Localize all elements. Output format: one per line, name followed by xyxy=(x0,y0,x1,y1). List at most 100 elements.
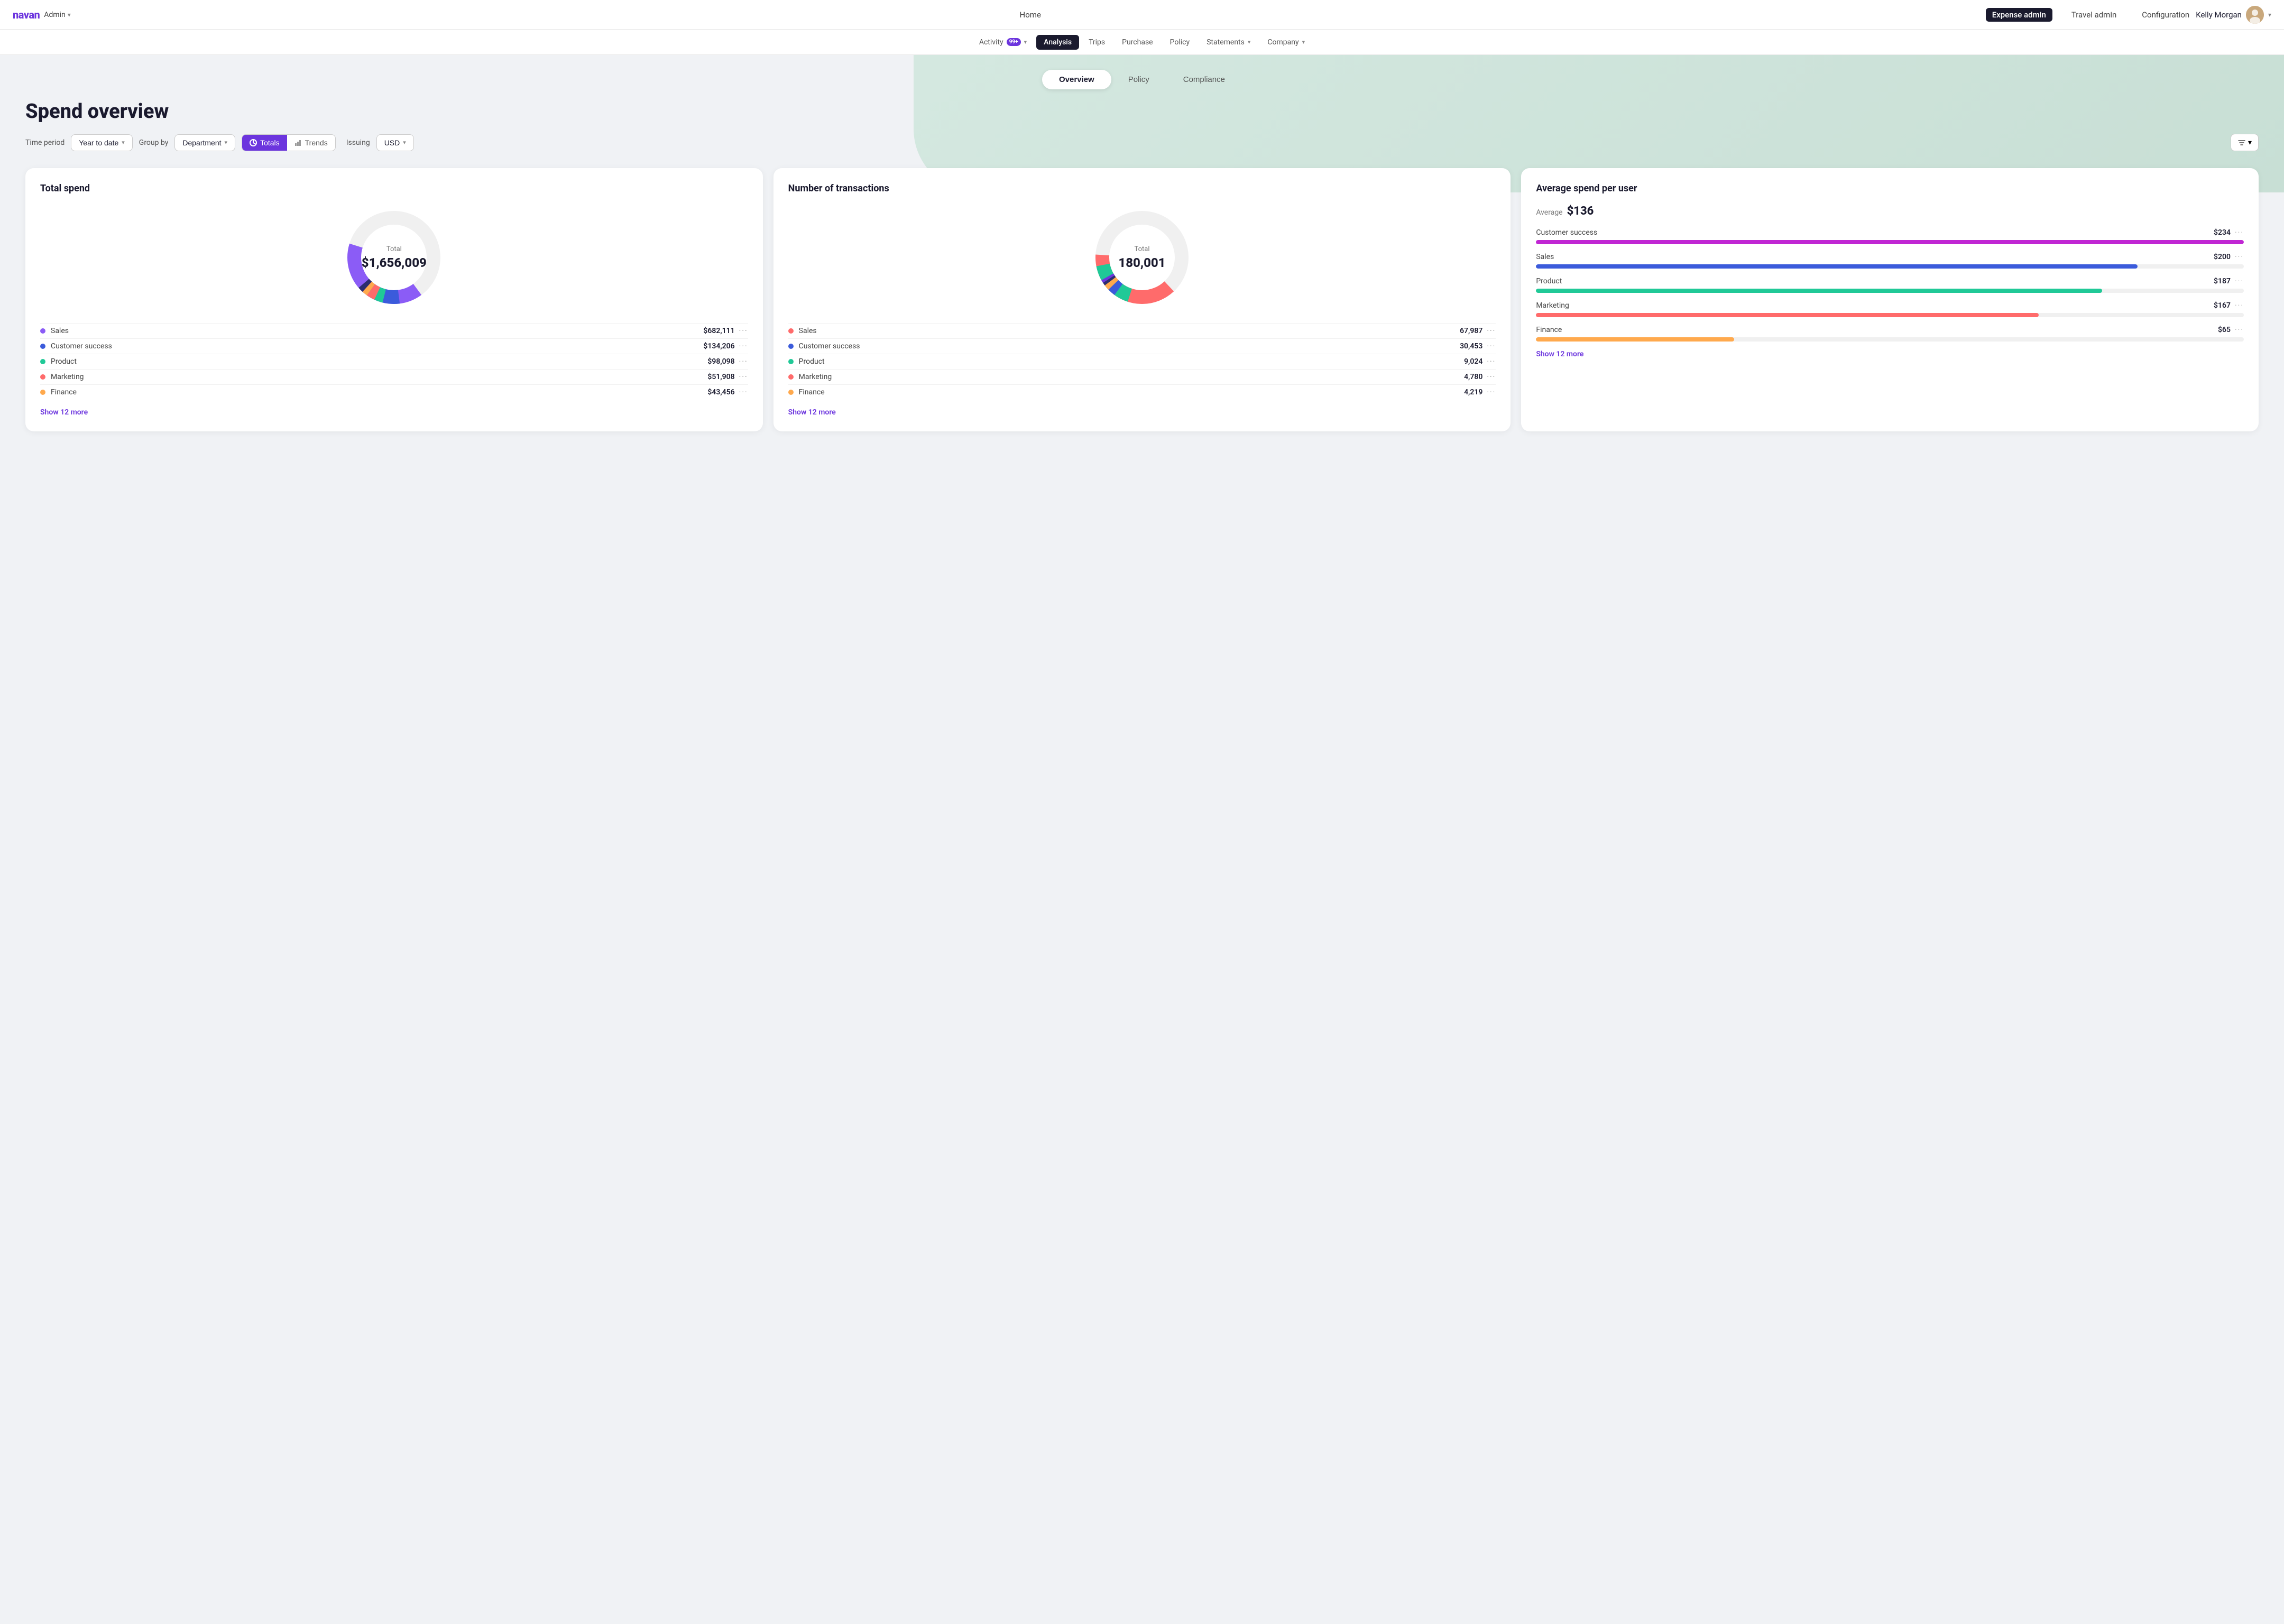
legend-dot xyxy=(788,374,794,380)
legend-dot xyxy=(40,328,45,334)
tab-overview[interactable]: Overview xyxy=(1042,70,1111,89)
group-by-btn[interactable]: Department ▾ xyxy=(174,134,235,151)
avg-row: Marketing $167 ··· xyxy=(1536,301,2244,317)
tab-policy[interactable]: Policy xyxy=(1111,70,1166,89)
view-toggle: Totals Trends xyxy=(242,134,336,151)
avg-more-btn[interactable]: ··· xyxy=(2235,277,2244,285)
user-area[interactable]: Kelly Morgan ▾ xyxy=(2196,6,2271,24)
legend-more-btn[interactable]: ··· xyxy=(739,342,748,350)
bar-fill xyxy=(1536,289,2102,293)
legend-dot xyxy=(788,359,794,364)
nav-home[interactable]: Home xyxy=(88,8,1973,22)
legend-item: Customer success $134,206 ··· xyxy=(40,338,748,354)
legend-more-btn[interactable]: ··· xyxy=(739,373,748,381)
avg-more-btn[interactable]: ··· xyxy=(2235,326,2244,334)
subnav-policy[interactable]: Policy xyxy=(1163,35,1198,50)
time-period-arrow: ▾ xyxy=(122,139,125,146)
subnav-company[interactable]: Company ▾ xyxy=(1260,35,1312,50)
transactions-show-more[interactable]: Show 12 more xyxy=(788,408,1496,417)
time-period-btn[interactable]: Year to date ▾ xyxy=(71,134,133,151)
user-dropdown-arrow[interactable]: ▾ xyxy=(2268,11,2271,19)
total-spend-title: Total spend xyxy=(40,183,748,194)
admin-dropdown-arrow[interactable]: ▾ xyxy=(68,11,71,19)
currency-btn[interactable]: USD ▾ xyxy=(376,134,414,151)
legend-item: Product $98,098 ··· xyxy=(40,354,748,369)
subnav-purchase[interactable]: Purchase xyxy=(1115,35,1160,50)
avg-header: Average $136 xyxy=(1536,205,2244,218)
bar-track xyxy=(1536,337,2244,342)
totals-toggle[interactable]: Totals xyxy=(242,135,287,151)
nav-configuration[interactable]: Configuration xyxy=(2135,8,2196,22)
avg-more-btn[interactable]: ··· xyxy=(2235,301,2244,310)
legend-dot xyxy=(40,374,45,380)
avg-more-btn[interactable]: ··· xyxy=(2235,228,2244,237)
activity-arrow: ▾ xyxy=(1024,39,1027,45)
filters-bar: Time period Year to date ▾ Group by Depa… xyxy=(25,134,2259,151)
user-name: Kelly Morgan xyxy=(2196,10,2242,20)
total-spend-center: Total $1,656,009 xyxy=(362,245,427,270)
legend-more-btn[interactable]: ··· xyxy=(1487,342,1496,350)
bar-track xyxy=(1536,289,2244,293)
filter-dropdown-arrow: ▾ xyxy=(2248,138,2252,147)
subnav-statements[interactable]: Statements ▾ xyxy=(1199,35,1258,50)
legend-more-btn[interactable]: ··· xyxy=(1487,388,1496,396)
total-spend-show-more[interactable]: Show 12 more xyxy=(40,408,748,417)
bar-fill xyxy=(1536,240,2244,244)
nav-expense-admin[interactable]: Expense admin xyxy=(1986,8,2052,22)
nav-travel-admin[interactable]: Travel admin xyxy=(2065,8,2123,22)
group-by-label: Group by xyxy=(139,139,169,147)
activity-badge: 99+ xyxy=(1007,38,1021,46)
transactions-legend: Sales 67,987 ··· Customer success 30,453… xyxy=(788,323,1496,400)
avg-spend-show-more[interactable]: Show 12 more xyxy=(1536,350,2244,358)
legend-dot xyxy=(40,344,45,349)
filter-button[interactable]: ▾ xyxy=(2231,134,2259,151)
trends-toggle[interactable]: Trends xyxy=(287,135,335,151)
subnav-activity[interactable]: Activity 99+ ▾ xyxy=(972,35,1034,50)
page-title: Spend overview xyxy=(25,100,2259,123)
legend-more-btn[interactable]: ··· xyxy=(1487,373,1496,381)
top-nav-links: Home Expense admin Travel admin Configur… xyxy=(88,8,2196,22)
admin-label: Admin xyxy=(44,11,65,19)
avg-row: Customer success $234 ··· xyxy=(1536,228,2244,244)
group-by-arrow: ▾ xyxy=(225,139,228,146)
legend-more-btn[interactable]: ··· xyxy=(739,357,748,366)
bar-track xyxy=(1536,240,2244,244)
content-area: Overview Policy Compliance Spend overvie… xyxy=(0,55,2284,1624)
total-spend-card: Total spend T xyxy=(25,168,763,431)
bar-track xyxy=(1536,264,2244,269)
legend-item: Customer success 30,453 ··· xyxy=(788,338,1496,354)
legend-dot xyxy=(788,328,794,334)
legend-item: Product 9,024 ··· xyxy=(788,354,1496,369)
subnav-analysis[interactable]: Analysis xyxy=(1036,35,1079,50)
avg-spend-card: Average spend per user Average $136 Cust… xyxy=(1521,168,2259,431)
legend-more-btn[interactable]: ··· xyxy=(739,327,748,335)
avg-more-btn[interactable]: ··· xyxy=(2235,253,2244,261)
transactions-card: Number of transactions xyxy=(773,168,1511,431)
user-avatar xyxy=(2246,6,2264,24)
legend-item: Marketing $51,908 ··· xyxy=(40,369,748,384)
legend-more-btn[interactable]: ··· xyxy=(1487,327,1496,335)
statements-arrow: ▾ xyxy=(1248,39,1251,45)
legend-item: Sales 67,987 ··· xyxy=(788,323,1496,338)
legend-dot xyxy=(40,359,45,364)
legend-item: Finance 4,219 ··· xyxy=(788,384,1496,400)
cards-row: Total spend T xyxy=(0,168,2284,453)
tab-compliance[interactable]: Compliance xyxy=(1166,70,1242,89)
bar-track xyxy=(1536,313,2244,317)
transactions-center: Total 180,001 xyxy=(1118,245,1165,270)
legend-dot xyxy=(788,390,794,395)
page-header: Spend overview Time period Year to date … xyxy=(0,89,2284,151)
legend-more-btn[interactable]: ··· xyxy=(1487,357,1496,366)
subnav-trips[interactable]: Trips xyxy=(1081,35,1112,50)
issuing-label: Issuing xyxy=(346,139,370,147)
top-nav: navan Admin ▾ Home Expense admin Travel … xyxy=(0,0,2284,30)
logo: navan xyxy=(13,8,40,21)
legend-item: Sales $682,111 ··· xyxy=(40,323,748,338)
avg-spend-title: Average spend per user xyxy=(1536,183,2244,194)
transactions-donut: Total 180,001 xyxy=(788,205,1496,310)
legend-more-btn[interactable]: ··· xyxy=(739,388,748,396)
overview-tabs: Overview Policy Compliance xyxy=(0,55,2284,89)
legend-dot xyxy=(40,390,45,395)
total-spend-legend: Sales $682,111 ··· Customer success $134… xyxy=(40,323,748,400)
avg-row: Sales $200 ··· xyxy=(1536,253,2244,269)
